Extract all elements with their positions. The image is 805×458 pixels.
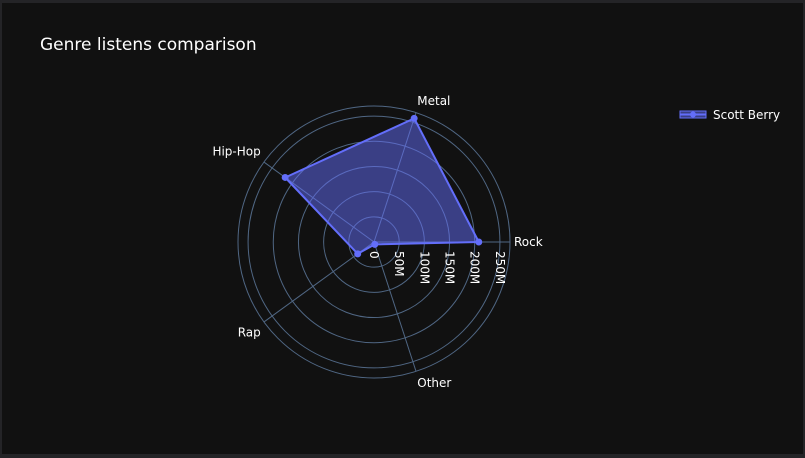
category-label-rock: Rock: [514, 235, 543, 249]
radial-tick-label: 50M: [392, 251, 406, 277]
data-point-rap[interactable]: [354, 250, 362, 258]
radial-tick-label: 250M: [493, 251, 507, 284]
legend-swatch-marker: [690, 111, 696, 118]
legend-swatch: [679, 110, 707, 119]
category-label-metal: Metal: [417, 94, 450, 108]
radial-tick-label: 200M: [468, 251, 482, 284]
data-point-other[interactable]: [371, 240, 379, 248]
polar-plot: 0 50M 100M 150M 200M 250M Rock Metal Hip-Hop Rap O…: [212, 94, 543, 390]
legend-label: Scott Berry: [713, 108, 781, 122]
category-label-other: Other: [417, 376, 451, 390]
category-label-hip-hop: Hip-Hop: [212, 145, 260, 159]
series-layer: [281, 114, 483, 258]
radial-tick-label: 150M: [443, 251, 457, 284]
radial-tick-label: 100M: [417, 251, 431, 284]
data-point-hip-hop[interactable]: [281, 173, 289, 181]
data-point-rock[interactable]: [475, 238, 483, 246]
series-area-scott-berry[interactable]: [284, 117, 480, 255]
legend[interactable]: Scott Berry: [676, 107, 780, 123]
radial-tick-label: 0: [367, 251, 381, 259]
category-label-rap: Rap: [238, 325, 261, 339]
data-point-metal[interactable]: [410, 114, 418, 122]
